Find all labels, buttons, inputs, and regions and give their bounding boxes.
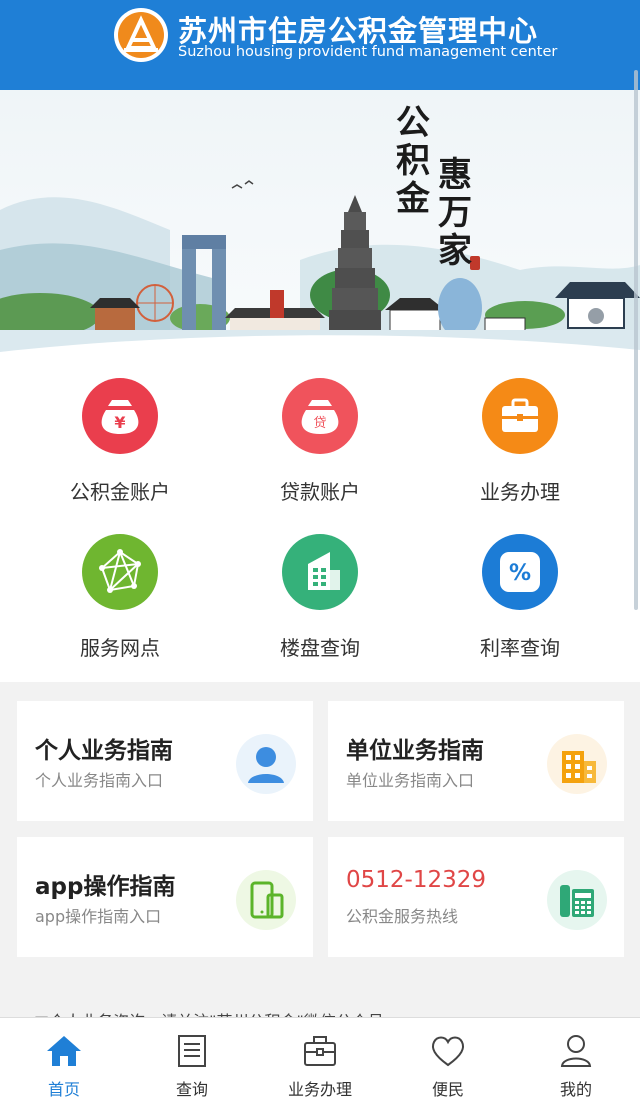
hotline-number[interactable]: 0512-12329 bbox=[346, 867, 486, 893]
card-subtitle: 个人业务指南入口 bbox=[35, 771, 164, 790]
svg-text:%: % bbox=[509, 561, 531, 586]
card-subtitle: 公积金服务热线 bbox=[346, 907, 459, 926]
tab-home[interactable]: 首页 bbox=[0, 1018, 128, 1101]
briefcase-outline-icon bbox=[304, 1036, 336, 1066]
card-title: app操作指南 bbox=[35, 874, 176, 900]
header-subtitle: Suzhou housing provident fund management… bbox=[178, 44, 558, 60]
percent-icon: % bbox=[482, 534, 558, 610]
tab-label: 查询 bbox=[175, 1080, 208, 1099]
grid-label: 贷款账户 bbox=[280, 480, 360, 504]
card-title: 个人业务指南 bbox=[35, 738, 173, 764]
loan-bag-icon: 贷 bbox=[282, 378, 358, 454]
person-icon bbox=[236, 734, 296, 794]
provident-fund-logo-icon bbox=[114, 8, 168, 62]
card-subtitle: 单位业务指南入口 bbox=[346, 771, 475, 790]
mobile-phone-icon bbox=[236, 870, 296, 930]
grid-label: 利率查询 bbox=[480, 636, 560, 660]
tab-label: 便民 bbox=[431, 1080, 464, 1099]
grid-item-loan-account[interactable]: 贷 贷款账户 bbox=[220, 360, 420, 510]
card-unit-guide[interactable]: 单位业务指南 单位业务指南入口 bbox=[328, 701, 624, 821]
card-hotline[interactable]: 0512-12329 公积金服务热线 bbox=[328, 837, 624, 957]
document-icon bbox=[178, 1035, 206, 1067]
grid-item-rate-query[interactable]: % 利率查询 bbox=[420, 516, 620, 666]
grid-label: 公积金账户 bbox=[70, 480, 170, 504]
tab-label: 首页 bbox=[47, 1080, 80, 1099]
tab-mine[interactable]: 我的 bbox=[512, 1018, 640, 1101]
yuan-bag-icon: ¥ bbox=[82, 378, 158, 454]
tab-business[interactable]: 业务办理 bbox=[256, 1018, 384, 1101]
briefcase-icon bbox=[482, 378, 558, 454]
user-icon bbox=[560, 1035, 592, 1067]
network-icon bbox=[82, 534, 158, 610]
grid-item-business-handling[interactable]: 业务办理 bbox=[420, 360, 620, 510]
tab-query[interactable]: 查询 bbox=[128, 1018, 256, 1101]
scrollbar[interactable] bbox=[634, 70, 638, 610]
tab-label: 我的 bbox=[559, 1080, 592, 1099]
tab-convenience[interactable]: 便民 bbox=[384, 1018, 512, 1101]
card-subtitle: app操作指南入口 bbox=[35, 907, 162, 926]
grid-label: 服务网点 bbox=[80, 636, 160, 660]
svg-text:¥: ¥ bbox=[114, 413, 125, 432]
card-personal-guide[interactable]: 个人业务指南 个人业务指南入口 bbox=[17, 701, 313, 821]
grid-label: 楼盘查询 bbox=[280, 636, 360, 660]
office-building-icon bbox=[547, 734, 607, 794]
heart-icon bbox=[431, 1036, 465, 1067]
card-title: 单位业务指南 bbox=[346, 738, 484, 764]
grid-label: 业务办理 bbox=[480, 480, 560, 504]
card-app-guide[interactable]: app操作指南 app操作指南入口 bbox=[17, 837, 313, 957]
grid-item-provident-fund-account[interactable]: ¥ 公积金账户 bbox=[20, 360, 220, 510]
banner-slogan-line1: 公积金 bbox=[396, 103, 430, 219]
home-icon bbox=[47, 1036, 81, 1066]
hero-banner[interactable]: 公积金 惠万家 bbox=[0, 60, 640, 360]
svg-text:贷: 贷 bbox=[313, 416, 326, 431]
grid-item-service-outlets[interactable]: 服务网点 bbox=[20, 516, 220, 666]
bottom-tab-bar: 首页 查询 业务办理 便民 我的 bbox=[0, 1017, 640, 1101]
function-grid: ¥ 公积金账户 贷 贷款账户 业务办理 服务网点 楼盘查询 % 利率查询 bbox=[0, 360, 640, 682]
tab-label: 业务办理 bbox=[287, 1080, 352, 1099]
telephone-icon bbox=[547, 870, 607, 930]
building-icon bbox=[282, 534, 358, 610]
grid-item-property-query[interactable]: 楼盘查询 bbox=[220, 516, 420, 666]
app-header: 苏州市住房公积金管理中心 Suzhou housing provident fu… bbox=[0, 0, 640, 90]
banner-slogan-line2: 惠万家 bbox=[438, 155, 472, 271]
